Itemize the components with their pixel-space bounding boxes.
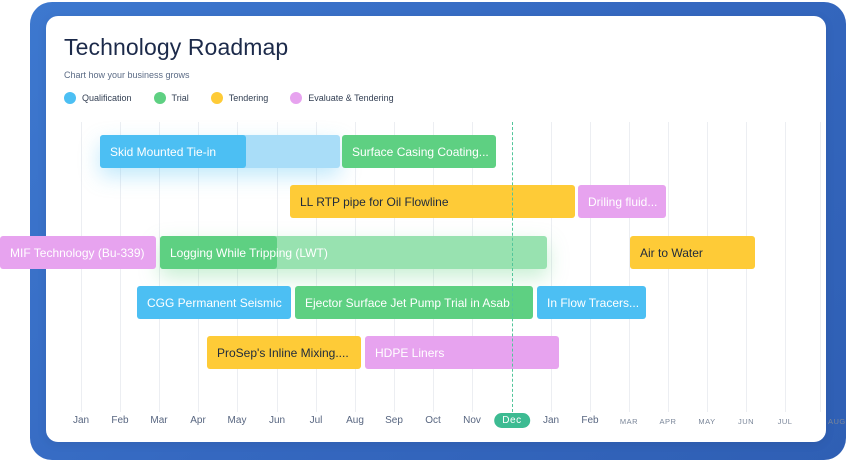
month-label: AUG	[828, 417, 846, 426]
bar-drilling-fluid[interactable]: Driling fluid...	[578, 185, 666, 218]
month-label: Jun	[268, 415, 286, 426]
legend-dot-icon	[290, 92, 303, 104]
bar-label: Ejector Surface Jet Pump Trial in Asab	[305, 295, 510, 310]
bar-label: ProSep's Inline Mixing....	[217, 345, 349, 360]
month-label: JUL	[777, 417, 793, 426]
legend-dot-icon	[64, 92, 76, 104]
month-label: Apr	[190, 415, 206, 426]
gridline	[785, 122, 786, 412]
bar-label: CGG Permanent Seismic	[147, 295, 282, 310]
legend-label: Qualification	[82, 93, 132, 103]
bar-label: In Flow Tracers...	[547, 295, 640, 310]
month-label: Feb	[111, 415, 129, 426]
page-title: Technology Roadmap	[64, 34, 289, 60]
bar-cgg-permanent-seismic[interactable]: CGG Permanent Seismic	[137, 286, 291, 319]
page-subtitle: Chart how your business grows	[64, 70, 190, 80]
bar-logging-while-tripping[interactable]: Logging While Tripping (LWT)	[160, 236, 328, 269]
bar-label: Surface Casing Coating...	[352, 144, 489, 159]
month-label: APR	[659, 417, 677, 426]
legend-dot-icon	[210, 92, 223, 104]
bar-prosep-inline-mixing[interactable]: ProSep's Inline Mixing....	[207, 336, 361, 369]
bar-air-to-water[interactable]: Air to Water	[630, 236, 755, 269]
month-label: Nov	[463, 415, 481, 426]
bar-label: Driling fluid...	[588, 194, 658, 209]
month-label: Oct	[425, 415, 441, 426]
bar-hdpe-liners[interactable]: HDPE Liners	[365, 336, 559, 369]
month-label: Jan	[542, 415, 560, 426]
bar-skid-mounted-tie-in[interactable]: Skid Mounted Tie-in	[100, 135, 246, 168]
month-label: Mar	[150, 415, 168, 426]
gridline	[820, 122, 821, 412]
bar-label: Skid Mounted Tie-in	[110, 144, 217, 159]
month-label: Jan	[72, 415, 90, 426]
bar-label: Air to Water	[640, 245, 703, 260]
month-label: Jul	[309, 415, 323, 426]
legend-label: Evaluate & Tendering	[308, 93, 394, 103]
legend-item-qualification[interactable]: Qualification	[64, 92, 132, 104]
gridline	[590, 122, 591, 412]
bar-label: HDPE Liners	[375, 345, 445, 360]
month-label: JUN	[737, 417, 755, 426]
month-label: Aug	[346, 415, 364, 426]
legend: Qualification Trial Tendering Evaluate &…	[64, 92, 416, 104]
bar-label: MIF Technology (Bu-339)	[10, 245, 145, 260]
today-marker-line	[512, 122, 513, 412]
bar-label: LL RTP pipe for Oil Flowline	[300, 194, 449, 209]
current-month-badge[interactable]: Dec	[494, 413, 530, 428]
bar-label: Logging While Tripping (LWT)	[170, 245, 328, 260]
month-label: MAY	[698, 417, 716, 426]
month-label: Sep	[385, 415, 403, 426]
bar-in-flow-tracers[interactable]: In Flow Tracers...	[537, 286, 646, 319]
bar-surface-casing-coating[interactable]: Surface Casing Coating...	[342, 135, 496, 168]
legend-item-tendering[interactable]: Tendering	[210, 92, 269, 104]
bar-ejector-surface-jet-pump[interactable]: Ejector Surface Jet Pump Trial in Asab	[295, 286, 533, 319]
bar-ll-rtp-pipe[interactable]: LL RTP pipe for Oil Flowline	[290, 185, 575, 218]
legend-label: Trial	[171, 93, 189, 103]
legend-label: Tendering	[228, 93, 269, 103]
month-label: Feb	[581, 415, 599, 426]
month-label: MAR	[619, 417, 639, 426]
legend-item-evaluate-tendering[interactable]: Evaluate & Tendering	[290, 92, 394, 104]
bar-mif-technology[interactable]: MIF Technology (Bu-339)	[0, 236, 156, 269]
month-label: May	[227, 415, 247, 426]
legend-dot-icon	[153, 92, 166, 104]
legend-item-trial[interactable]: Trial	[153, 92, 189, 104]
